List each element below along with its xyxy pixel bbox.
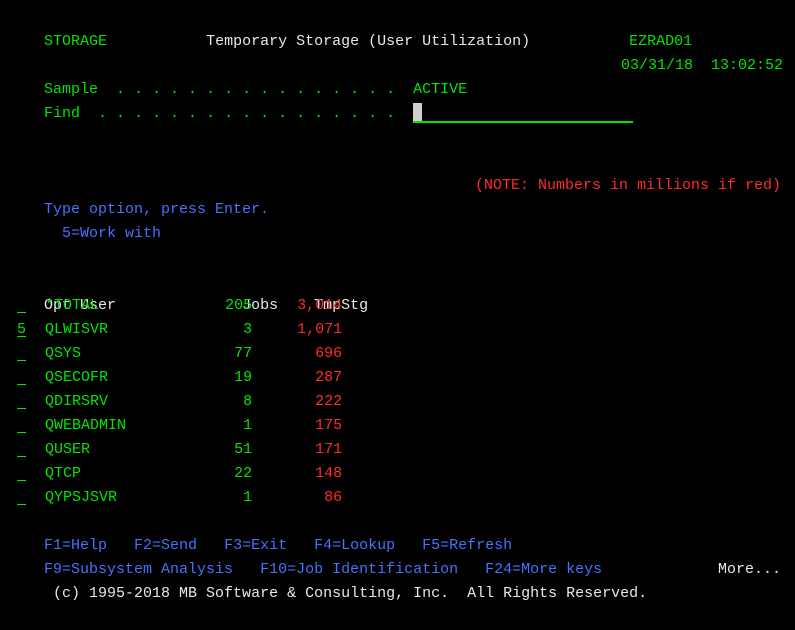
fkey-f24[interactable]: F24=More keys bbox=[485, 561, 602, 578]
jobs-cell: 19 bbox=[189, 369, 252, 386]
option-input[interactable] bbox=[17, 342, 27, 366]
tmpstg-cell: 696 bbox=[261, 345, 342, 362]
jobs-cell: 1 bbox=[189, 417, 252, 434]
jobs-cell: 77 bbox=[189, 345, 252, 362]
user-cell: QTCP bbox=[45, 465, 189, 482]
user-cell: QSECOFR bbox=[45, 369, 189, 386]
tmpstg-cell: 1,071 bbox=[261, 321, 342, 338]
tmpstg-cell: 3,014 bbox=[261, 297, 342, 314]
tmpstg-cell: 175 bbox=[261, 417, 342, 434]
table-row: QSECOFR 19 287 bbox=[8, 366, 787, 390]
option-input[interactable] bbox=[17, 414, 27, 438]
user-cell: QLWISVR bbox=[45, 321, 189, 338]
user-cell: QYPSJSVR bbox=[45, 489, 189, 506]
text-cursor bbox=[413, 103, 422, 121]
millions-note: (NOTE: Numbers in millions if red) bbox=[475, 177, 781, 194]
table-row: QDIRSRV 8 222 bbox=[8, 390, 787, 414]
tmpstg-cell: 86 bbox=[261, 489, 342, 506]
time: 13:02:52 bbox=[711, 57, 783, 74]
date: 03/31/18 bbox=[621, 57, 693, 74]
jobs-cell: 8 bbox=[189, 393, 252, 410]
user-cell: QDIRSRV bbox=[45, 393, 189, 410]
fkey-f2[interactable]: F2=Send bbox=[134, 537, 197, 554]
tmpstg-cell: 222 bbox=[261, 393, 342, 410]
jobs-cell: 205 bbox=[189, 297, 252, 314]
user-cell: QSYS bbox=[45, 345, 189, 362]
table-row: QTCP 22 148 bbox=[8, 462, 787, 486]
jobs-cell: 22 bbox=[189, 465, 252, 482]
fkey-f10[interactable]: F10=Job Identification bbox=[260, 561, 458, 578]
user-cell: *TOTAL bbox=[45, 297, 189, 314]
more-indicator: More... bbox=[718, 558, 787, 582]
table-row: QUSER 51 171 bbox=[8, 438, 787, 462]
table-row: QYPSJSVR 1 86 bbox=[8, 486, 787, 510]
program-id: STORAGE bbox=[44, 33, 107, 50]
option-input[interactable] bbox=[17, 390, 27, 414]
jobs-cell: 3 bbox=[189, 321, 252, 338]
instructions-header: Type option, press Enter. bbox=[44, 201, 269, 218]
option-input[interactable] bbox=[17, 486, 27, 510]
fkey-f3[interactable]: F3=Exit bbox=[224, 537, 287, 554]
system-name: EZRAD01 bbox=[629, 33, 692, 50]
user-cell: QUSER bbox=[45, 441, 189, 458]
tmpstg-cell: 148 bbox=[261, 465, 342, 482]
option-input[interactable] bbox=[17, 366, 27, 390]
table-row: 5 QLWISVR 3 1,071 bbox=[8, 318, 787, 342]
option-input[interactable] bbox=[17, 462, 27, 486]
jobs-cell: 51 bbox=[189, 441, 252, 458]
page-title: Temporary Storage (User Utilization) bbox=[206, 33, 530, 50]
sample-label: Sample bbox=[44, 81, 98, 98]
find-input[interactable] bbox=[413, 103, 633, 123]
option-help: 5=Work with bbox=[62, 225, 161, 242]
tmpstg-cell: 171 bbox=[261, 441, 342, 458]
option-input[interactable] bbox=[17, 294, 27, 318]
option-input[interactable]: 5 bbox=[17, 318, 27, 342]
sample-dots: . . . . . . . . . . . . . . . . bbox=[116, 81, 395, 98]
find-dots: . . . . . . . . . . . . . . . . . bbox=[98, 105, 395, 122]
fkey-f1[interactable]: F1=Help bbox=[44, 537, 107, 554]
option-input[interactable] bbox=[17, 438, 27, 462]
user-cell: QWEBADMIN bbox=[45, 417, 189, 434]
table-row: QWEBADMIN 1 175 bbox=[8, 414, 787, 438]
find-label: Find bbox=[44, 105, 80, 122]
jobs-cell: 1 bbox=[189, 489, 252, 506]
fkey-f5[interactable]: F5=Refresh bbox=[422, 537, 512, 554]
fkey-f9[interactable]: F9=Subsystem Analysis bbox=[44, 561, 233, 578]
table-row: QSYS 77 696 bbox=[8, 342, 787, 366]
tmpstg-cell: 287 bbox=[261, 369, 342, 386]
table-row: *TOTAL 205 3,014 bbox=[8, 294, 787, 318]
fkey-f4[interactable]: F4=Lookup bbox=[314, 537, 395, 554]
sample-value: ACTIVE bbox=[413, 81, 467, 98]
copyright: (c) 1995-2018 MB Software & Consulting, … bbox=[53, 585, 647, 602]
